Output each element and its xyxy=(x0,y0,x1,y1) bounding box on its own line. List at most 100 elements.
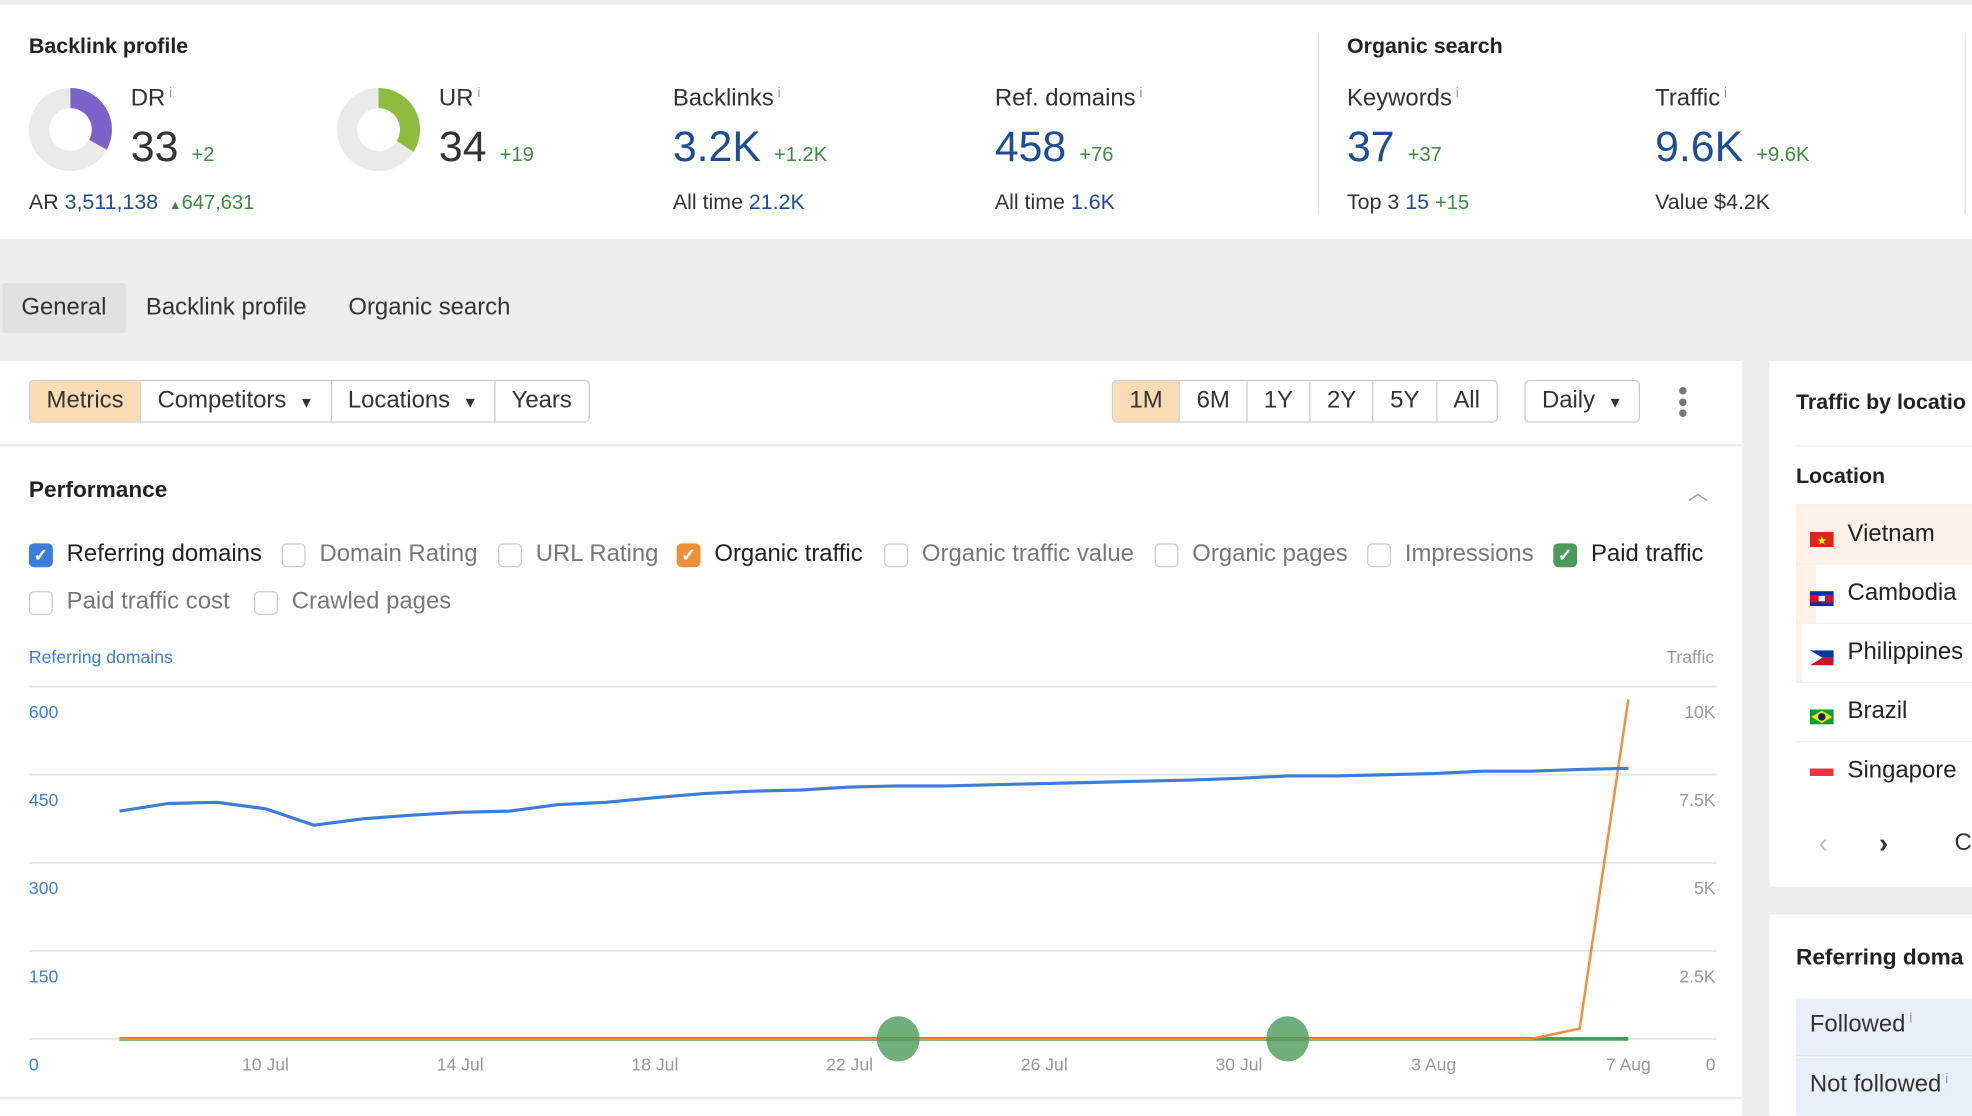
tab-organic-search[interactable]: Organic search xyxy=(330,283,530,333)
info-icon[interactable]: i xyxy=(169,86,172,101)
right-tick-label: 7.5K xyxy=(1679,790,1715,810)
svg-text:★: ★ xyxy=(1817,536,1827,548)
checkbox-box[interactable] xyxy=(281,542,306,567)
location-name[interactable]: Singapore xyxy=(1848,757,1957,785)
not-followed-label: Not followed xyxy=(1809,1071,1942,1098)
location-row[interactable]: Philippines xyxy=(1795,622,1972,682)
locations-label: Locations xyxy=(347,387,451,414)
range-2y[interactable]: 2Y xyxy=(1309,381,1372,422)
checkbox-organic-traffic-value[interactable]: Organic traffic value xyxy=(884,541,1134,569)
pagination-next-text[interactable]: C xyxy=(1954,830,1971,858)
keywords-label: Keywords i xyxy=(1347,86,1459,114)
checkbox-box[interactable] xyxy=(1367,542,1392,567)
caret-down-icon: ▼ xyxy=(462,393,478,412)
competitors-dropdown[interactable]: Competitors ▼ xyxy=(139,381,330,422)
keywords-value[interactable]: 37 xyxy=(1347,123,1395,171)
checkbox-crawled-pages[interactable]: Crawled pages xyxy=(254,589,451,617)
traffic-value[interactable]: 9.6K xyxy=(1655,123,1743,171)
collapse-chevron-up-icon[interactable]: ︿ xyxy=(1688,475,1708,505)
range-1m[interactable]: 1M xyxy=(1113,381,1179,422)
checkbox-box[interactable] xyxy=(1154,542,1179,567)
prev-page-icon[interactable]: ‹ xyxy=(1819,828,1828,861)
dr-value-row: 33 +2 xyxy=(131,123,215,172)
divider xyxy=(0,443,1742,447)
dr-label: DR i xyxy=(131,86,172,114)
left-tick-label: 150 xyxy=(29,966,59,986)
left-tick-label: 0 xyxy=(29,1054,39,1074)
x-tick-label: 30 Jul xyxy=(1215,1054,1262,1074)
competitors-label: Competitors xyxy=(157,387,287,414)
backlinks-value[interactable]: 3.2K xyxy=(673,123,761,171)
checkbox-paid-traffic-cost[interactable]: Paid traffic cost xyxy=(28,588,230,617)
philippines-flag-icon xyxy=(1809,645,1834,666)
years-button[interactable]: Years xyxy=(494,381,588,422)
right-tick-label: 0 xyxy=(1706,1054,1716,1074)
ref-domains-delta: +76 xyxy=(1079,144,1114,167)
backlinks-label: Backlinks i xyxy=(673,86,781,114)
location-name[interactable]: Vietnam xyxy=(1848,521,1935,549)
ar-value: 3,511,138 xyxy=(64,189,159,214)
info-icon[interactable]: i xyxy=(1456,86,1459,101)
ref-domains-label-text: Ref. domains xyxy=(994,85,1136,112)
tab-general[interactable]: General xyxy=(2,282,126,334)
interval-dropdown[interactable]: Daily ▼ xyxy=(1524,379,1641,423)
checkmark-icon[interactable]: ✓ xyxy=(1553,542,1578,567)
ar-row: AR 3,511,138 ▲647,631 xyxy=(29,190,254,215)
checkbox-box[interactable] xyxy=(254,590,278,615)
checkbox-box[interactable] xyxy=(498,542,522,567)
checkbox-box[interactable] xyxy=(28,590,53,615)
location-name[interactable]: Brazil xyxy=(1848,698,1908,726)
checkbox-impressions[interactable]: Impressions xyxy=(1367,541,1534,569)
tab-backlink-profile[interactable]: Backlink profile xyxy=(127,283,325,333)
checkmark-icon[interactable]: ✓ xyxy=(676,542,701,567)
ar-label: AR xyxy=(28,189,59,214)
checkmark-icon[interactable]: ✓ xyxy=(28,542,53,567)
metrics-button[interactable]: Metrics xyxy=(30,381,140,422)
backlinks-alltime-value[interactable]: 21.2K xyxy=(749,190,805,214)
location-row[interactable]: ★ Vietnam xyxy=(1795,504,1972,564)
checkbox-box[interactable] xyxy=(884,542,909,567)
checkbox-url-rating[interactable]: URL Rating xyxy=(498,541,658,569)
annotation-marker[interactable] xyxy=(876,1016,920,1062)
location-row[interactable]: Cambodia xyxy=(1795,563,1972,623)
checkbox-referring-domains[interactable]: ✓ Referring domains xyxy=(28,541,262,569)
more-options-icon[interactable]: • • • xyxy=(1674,377,1692,427)
checkbox-paid-traffic[interactable]: ✓ Paid traffic xyxy=(1553,541,1703,569)
backlinks-delta: +1.2K xyxy=(773,144,828,167)
x-tick-label: 3 Aug xyxy=(1411,1054,1456,1074)
ar-delta: 647,631 xyxy=(181,192,255,214)
annotation-marker[interactable] xyxy=(1266,1016,1310,1062)
range-all[interactable]: All xyxy=(1435,381,1497,422)
x-tick-label: 22 Jul xyxy=(826,1054,873,1074)
info-icon[interactable]: i xyxy=(1909,1011,1912,1026)
checkbox-organic-traffic[interactable]: ✓ Organic traffic xyxy=(676,541,863,569)
location-row[interactable]: Singapore xyxy=(1795,740,1972,800)
caret-down-icon: ▼ xyxy=(298,393,314,412)
locations-dropdown[interactable]: Locations ▼ xyxy=(330,381,494,422)
organic-search-title: Organic search xyxy=(1346,33,1503,58)
checkbox-label: Organic traffic value xyxy=(921,540,1134,568)
info-icon[interactable]: i xyxy=(1724,86,1727,101)
range-6m[interactable]: 6M xyxy=(1178,381,1246,422)
info-icon[interactable]: i xyxy=(477,86,480,101)
checkbox-organic-pages[interactable]: Organic pages xyxy=(1154,541,1348,569)
checkbox-domain-rating[interactable]: Domain Rating xyxy=(281,541,478,569)
traffic-value-label: Value xyxy=(1655,189,1709,214)
followed-row: Followed i xyxy=(1795,998,1972,1057)
referring-domains-card-title: Referring doma xyxy=(1795,944,1964,970)
range-1y[interactable]: 1Y xyxy=(1246,381,1309,422)
location-name[interactable]: Philippines xyxy=(1848,639,1964,667)
info-icon[interactable]: i xyxy=(1139,86,1142,101)
range-5y[interactable]: 5Y xyxy=(1372,381,1436,422)
right-tick-label: 2.5K xyxy=(1679,966,1715,986)
checkbox-label: Paid traffic cost xyxy=(66,588,230,616)
next-page-icon[interactable]: › xyxy=(1879,828,1888,861)
ref-domains-value[interactable]: 458 xyxy=(995,123,1066,171)
left-tick-label: 450 xyxy=(29,790,59,810)
location-row[interactable]: Brazil xyxy=(1795,681,1972,741)
location-name[interactable]: Cambodia xyxy=(1848,580,1957,608)
top3-value[interactable]: 15 xyxy=(1405,190,1429,214)
ref-domains-alltime-value[interactable]: 1.6K xyxy=(1071,190,1115,214)
info-icon[interactable]: i xyxy=(1945,1072,1948,1087)
info-icon[interactable]: i xyxy=(778,86,781,101)
